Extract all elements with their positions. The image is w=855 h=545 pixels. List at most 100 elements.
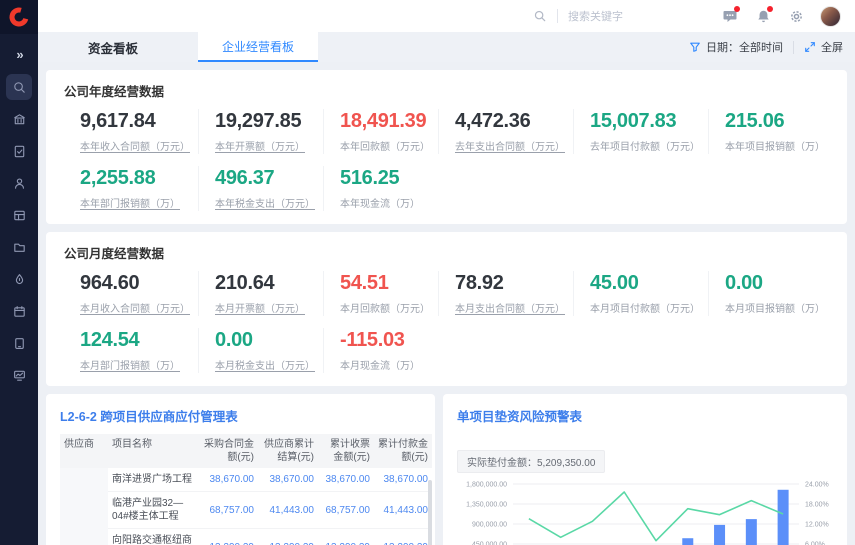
table-scrollbar[interactable] <box>428 480 432 545</box>
calendar-icon <box>12 304 27 319</box>
section-title: 公司年度经营数据 <box>64 81 829 100</box>
kpi-label[interactable]: 本年部门报销额（万） <box>80 195 190 210</box>
bar[interactable] <box>714 525 725 545</box>
kpi-value: 4,472.36 <box>455 110 565 133</box>
divider <box>793 41 794 54</box>
filter-funnel-icon <box>689 41 701 53</box>
kpi-cell: 964.60 本月收入合同额（万元） <box>64 271 198 316</box>
kpi-label[interactable]: 本月部门报销额（万） <box>80 357 190 372</box>
kpi-label[interactable]: 本年税金支出（万元） <box>215 195 315 210</box>
ledger-card-icon <box>12 208 27 223</box>
divider <box>557 9 558 23</box>
toolbar: 日期：全部时间 全屏 <box>689 39 855 55</box>
board-title[interactable]: 资金看板 <box>88 38 138 57</box>
avatar[interactable] <box>820 6 841 27</box>
kpi-cell: 0.00 本月税金支出（万元） <box>198 328 323 373</box>
search-input[interactable]: 搜索关键字 <box>568 8 680 24</box>
bank-icon <box>12 112 27 127</box>
sidebar-item-approval[interactable] <box>6 170 32 196</box>
ratio-line[interactable] <box>529 492 783 541</box>
kpi-label: 本年项目报销额（万） <box>725 138 825 153</box>
notification-dot <box>767 6 773 12</box>
kpi-label[interactable]: 本年收入合同额（万元） <box>80 138 190 153</box>
left-axis-tick: 450,000.00 <box>472 542 507 545</box>
tab-strip: 资金看板 企业经营看板 日期：全部时间 全屏 <box>38 32 855 62</box>
table-row: 向阳路交通枢纽商业办公项目13,290.2913,290.2913,290.29… <box>60 529 432 545</box>
kpi-label[interactable]: 去年支出合同额（万元） <box>455 138 565 153</box>
sidebar-item-device[interactable] <box>6 330 32 356</box>
left-axis-tick: 900,000.00 <box>472 522 507 529</box>
kpi-value: 15,007.83 <box>590 110 700 133</box>
main-content: 公司年度经营数据 9,617.84本年收入合同额（万元）19,297.85本年开… <box>38 62 855 545</box>
right-axis-tick: 12.00% <box>805 522 829 529</box>
kpi-cell: 4,472.36 去年支出合同额（万元） <box>438 109 573 154</box>
notification-dot <box>734 6 740 12</box>
kpi-value: 54.51 <box>340 272 430 295</box>
section-title: 公司月度经营数据 <box>64 243 829 262</box>
kpi-value: 19,297.85 <box>215 110 315 133</box>
kpi-cell: 45.00本月项目付款额（万元） <box>573 271 708 316</box>
kpi-label[interactable]: 本月开票额（万元） <box>215 300 315 315</box>
search-icon <box>533 9 547 23</box>
date-filter-button[interactable]: 日期：全部时间 <box>689 39 783 55</box>
messages-button[interactable] <box>721 7 739 25</box>
actual-advance-badge: 实际垫付金额：5,209,350.00 <box>457 450 605 473</box>
global-search[interactable]: 搜索关键字 <box>533 8 680 24</box>
amount-cell: 38,670.00 <box>200 468 258 492</box>
bar[interactable] <box>746 519 757 545</box>
kpi-value: 78.92 <box>455 272 565 295</box>
kpi-label[interactable]: 本月税金支出（万元） <box>215 357 315 372</box>
kpi-cell: 124.54本月部门报销额（万） <box>64 328 198 373</box>
sidebar-item-risk[interactable] <box>6 266 32 292</box>
sidebar-item-ledger[interactable] <box>6 202 32 228</box>
sidebar-item-projects[interactable] <box>6 234 32 260</box>
bar-line-chart[interactable]: 1,800,000.0024.00%1,350,000.0018.00%900,… <box>457 476 833 545</box>
monitor-chart-icon <box>12 368 27 383</box>
kpi-label[interactable]: 本月收入合同额（万元） <box>80 300 190 315</box>
amount-cell: 68,757.00 <box>200 492 258 529</box>
amount-cell: 13,290.29 <box>258 529 318 545</box>
kpi-label: 本月回款额（万元） <box>340 300 430 315</box>
column-header: 供应商累计结算(元) <box>258 434 318 468</box>
kpi-value: 516.25 <box>340 167 430 190</box>
kpi-cell: 78.92 本月支出合同额（万元） <box>438 271 573 316</box>
annual-kpi-grid: 9,617.84本年收入合同额（万元）19,297.85本年开票额（万元）18,… <box>64 109 829 211</box>
tab-enterprise-board[interactable]: 企业经营看板 <box>198 32 318 62</box>
sidebar-item-bank[interactable] <box>6 106 32 132</box>
kpi-cell: -115.03本月现金流（万） <box>323 328 438 373</box>
app-logo[interactable] <box>0 0 38 34</box>
kpi-value: 0.00 <box>215 329 315 352</box>
amount-cell: 38,670.00 <box>374 468 432 492</box>
column-header: 累计收票金额(元) <box>318 434 374 468</box>
kpi-cell: 19,297.85 本年开票额（万元） <box>198 109 323 154</box>
left-axis-tick: 1,350,000.00 <box>466 502 507 509</box>
gear-icon <box>789 9 804 24</box>
amount-cell: 41,443.00 <box>258 492 318 529</box>
sidebar-collapse-button[interactable]: » <box>16 47 21 62</box>
sidebar-item-search[interactable] <box>6 74 32 100</box>
bar[interactable] <box>778 490 789 545</box>
bar[interactable] <box>682 538 693 545</box>
notifications-button[interactable] <box>754 7 772 25</box>
sidebar-item-report[interactable] <box>6 138 32 164</box>
left-axis-tick: 1,800,000.00 <box>466 482 507 489</box>
kpi-value: 964.60 <box>80 272 190 295</box>
kpi-label[interactable]: 本月支出合同额（万元） <box>455 300 565 315</box>
kpi-label: 本月现金流（万） <box>340 357 430 372</box>
kpi-label[interactable]: 本年开票额（万元） <box>215 138 315 153</box>
sidebar-item-schedule[interactable] <box>6 298 32 324</box>
supplier-payables-table: 供应商项目名称采购合同金额(元)供应商累计结算(元)累计收票金额(元)累计付款金… <box>60 434 432 545</box>
settings-button[interactable] <box>787 7 805 25</box>
annual-kpi-card: 公司年度经营数据 9,617.84本年收入合同额（万元）19,297.85本年开… <box>46 70 847 224</box>
kpi-value: 210.64 <box>215 272 315 295</box>
kpi-cell: 2,255.88本年部门报销额（万） <box>64 166 198 211</box>
fullscreen-button[interactable]: 全屏 <box>804 39 843 55</box>
sidebar: » <box>0 0 38 545</box>
kpi-cell: 15,007.83去年项目付款额（万元） <box>573 109 708 154</box>
amount-cell: 38,670.00 <box>318 468 374 492</box>
supplier-name-cell: 西安云峰建材有限公司 <box>60 468 108 545</box>
amount-cell: 13,290.29 <box>200 529 258 545</box>
sidebar-item-monitor[interactable] <box>6 362 32 388</box>
monthly-kpi-card: 公司月度经营数据 964.60 本月收入合同额（万元） 210.64 本月开票额（万元… <box>46 232 847 386</box>
user-seal-icon <box>12 176 27 191</box>
